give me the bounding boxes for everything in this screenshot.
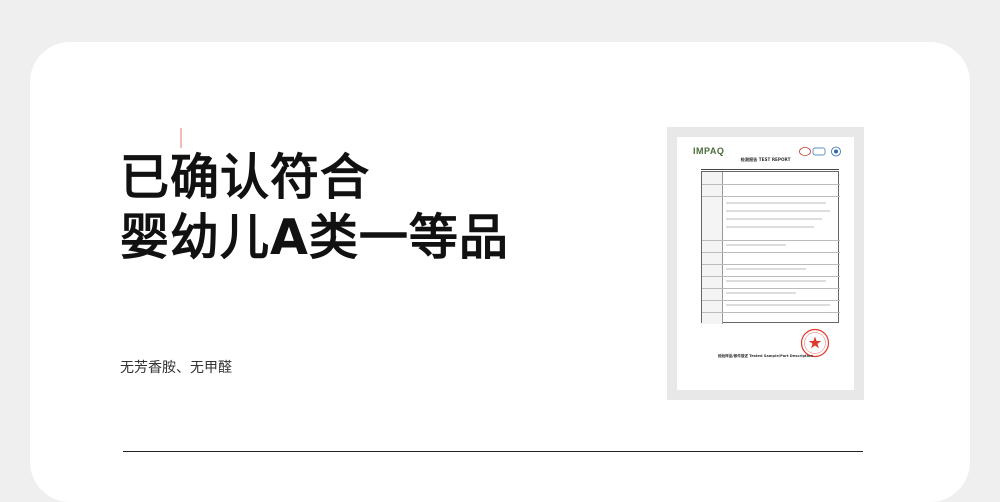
table-row-line <box>702 264 840 265</box>
report-table <box>701 171 840 324</box>
table-row-line <box>702 300 840 301</box>
table-text-line <box>726 210 830 212</box>
table-text-line <box>726 244 786 246</box>
feature-subtext: 无芳香胺、无甲醛 <box>120 360 232 376</box>
table-row-line <box>702 184 840 185</box>
certificate-title: 检测报告 TEST REPORT <box>740 157 791 162</box>
divider-line <box>123 451 863 452</box>
table-text-line <box>726 218 822 220</box>
table-text-line <box>726 268 806 270</box>
certificate-image: IMPAQ 检测报告 TEST REPORT 检验样品/部件描述 Tested … <box>667 127 864 400</box>
table-text-line <box>726 280 826 282</box>
table-text-line <box>726 202 826 204</box>
sample-description-title: 检验样品/部件描述 Tested Sample/Part Description <box>717 354 814 358</box>
certificate-page: IMPAQ 检测报告 TEST REPORT 检验样品/部件描述 Tested … <box>677 137 854 390</box>
headline: 已确认符合 婴幼儿A类一等品 <box>120 148 509 268</box>
edge-decoration <box>180 128 182 148</box>
accreditation-marks-icon <box>799 146 841 157</box>
table-text-line <box>726 292 796 294</box>
table-row-line <box>702 288 840 289</box>
table-row-line <box>702 276 840 277</box>
table-row-line <box>702 312 840 313</box>
table-row-line <box>702 240 840 241</box>
table-row-line <box>702 196 840 197</box>
table-row-line <box>702 252 840 253</box>
impaq-logo: IMPAQ <box>693 146 725 156</box>
table-text-line <box>726 304 830 306</box>
header-rule <box>701 169 839 170</box>
table-text-line <box>726 226 814 228</box>
headline-line-2: 婴幼儿A类一等品 <box>120 209 509 266</box>
table-label-column <box>702 172 722 324</box>
headline-line-1: 已确认符合 <box>120 149 371 206</box>
table-column-divider <box>722 172 723 324</box>
